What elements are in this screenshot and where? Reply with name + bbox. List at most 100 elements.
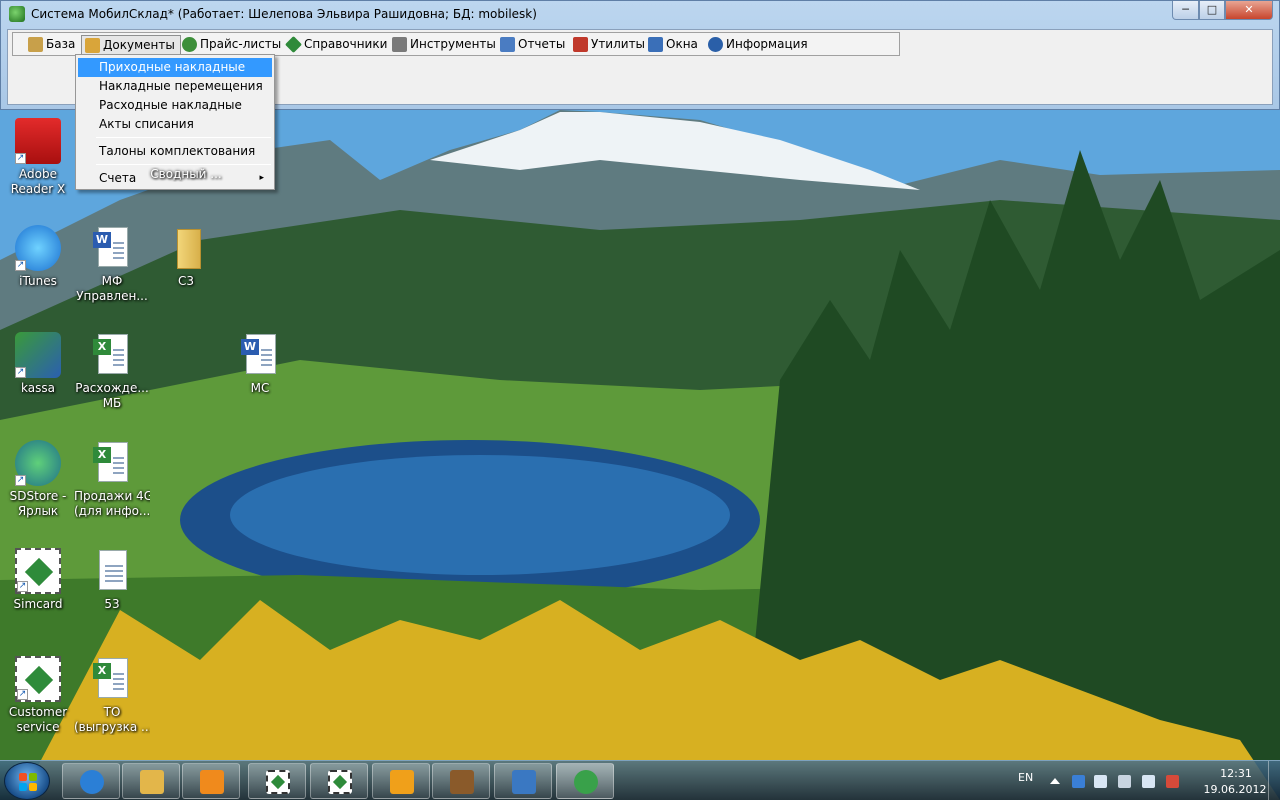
desktop-icon-ms[interactable]: W МС xyxy=(222,332,298,396)
menu-price-lists[interactable]: Прайс-листы xyxy=(179,35,286,55)
icon-label: МС xyxy=(250,381,270,395)
info-icon xyxy=(708,37,723,52)
simcard-app-icon xyxy=(266,770,290,794)
menu-label: Документы xyxy=(103,38,175,52)
menu-item-incoming-invoices[interactable]: Приходные накладные xyxy=(78,58,272,77)
taskbar-internet-explorer[interactable] xyxy=(62,763,120,799)
menu-label: Прайс-листы xyxy=(200,37,282,51)
menu-label: Отчеты xyxy=(518,37,566,51)
removable-device-icon[interactable] xyxy=(1094,775,1107,788)
desktop-icon-raskhozhdenie-mb[interactable]: X Расхожде... МБ xyxy=(74,332,150,411)
icon-label: Simcard xyxy=(13,597,63,611)
icon-label: kassa xyxy=(21,381,55,395)
shortcut-arrow-icon: ↗ xyxy=(15,153,26,164)
close-button[interactable]: ✕ xyxy=(1225,1,1273,20)
desktop-icon-sdstore[interactable]: ↗ SDStore - Ярлык xyxy=(0,440,76,519)
taskbar-mobilsklad-active[interactable] xyxy=(556,763,614,799)
menu-label: База xyxy=(46,37,76,51)
menu-baza[interactable]: База xyxy=(25,35,80,55)
mobilsklad-app-icon[interactable] xyxy=(9,6,25,22)
simcard-icon: ↗ xyxy=(15,548,61,594)
menu-label: Справочники xyxy=(304,37,388,51)
menu-information[interactable]: Информация xyxy=(705,35,813,55)
clock-date[interactable]: 19.06.2012 xyxy=(1200,783,1270,796)
documents-icon xyxy=(85,38,100,53)
desktop-icon-simcard[interactable]: ↗ Simcard xyxy=(0,548,76,612)
window-title: Система МобилСклад* (Работает: Шелепова … xyxy=(31,7,537,21)
menu-reports[interactable]: Отчеты xyxy=(497,35,570,55)
menu-item-transfer-invoices[interactable]: Накладные перемещения xyxy=(78,77,272,96)
menu-tools[interactable]: Инструменты xyxy=(389,35,501,55)
start-button[interactable] xyxy=(4,762,50,800)
menu-label: Информация xyxy=(726,37,808,51)
network-status-icon[interactable] xyxy=(1072,775,1085,788)
icon-label: Adobe Reader X xyxy=(10,167,66,196)
desktop-icon-svodny[interactable]: Сводный ... xyxy=(148,118,224,182)
taskbar-file-explorer[interactable] xyxy=(122,763,180,799)
desktop-icon-kassa[interactable]: ↗ kassa xyxy=(0,332,76,396)
taskbar-simcard-app-2[interactable] xyxy=(310,763,368,799)
icon-label: SDStore - Ярлык xyxy=(9,489,67,518)
desktop-icon-itunes[interactable]: ↗ iTunes xyxy=(0,225,76,289)
menu-item-outgoing-invoices[interactable]: Расходные накладные xyxy=(78,96,272,115)
shortcut-arrow-icon: ↗ xyxy=(17,689,28,700)
shortcut-arrow-icon: ↗ xyxy=(15,260,26,271)
tools-icon xyxy=(392,37,407,52)
internet-explorer-icon xyxy=(80,770,104,794)
desktop-icon-53[interactable]: 53 xyxy=(74,548,150,612)
taskbar-simcard-app-1[interactable] xyxy=(248,763,306,799)
taskbar-media-player[interactable] xyxy=(182,763,240,799)
title-bar[interactable]: Система МобилСклад* (Работает: Шелепова … xyxy=(1,1,1279,27)
menu-label: Окна xyxy=(666,37,698,51)
action-center-icon[interactable] xyxy=(1166,775,1179,788)
kassa-icon: ↗ xyxy=(15,332,61,378)
icon-label: Расхожде... МБ xyxy=(75,381,149,410)
shortcut-arrow-icon: ↗ xyxy=(15,475,26,486)
file-explorer-icon xyxy=(140,770,164,794)
excel-document-icon: X xyxy=(89,332,135,378)
desktop-icon-adobe-reader[interactable]: ↗ Adobe Reader X xyxy=(0,118,76,197)
menu-dokumenty[interactable]: Документы xyxy=(81,35,181,55)
minimize-button[interactable]: ─ xyxy=(1172,1,1199,20)
menu-label: Инструменты xyxy=(410,37,496,51)
word-document-icon: W xyxy=(89,225,135,271)
reference-book-icon xyxy=(285,36,302,53)
taskbar: EN 12:31 19.06.2012 xyxy=(0,760,1280,800)
reports-icon xyxy=(500,37,515,52)
cashbox-icon xyxy=(512,770,536,794)
show-desktop-button[interactable] xyxy=(1268,761,1280,800)
utilities-icon xyxy=(573,37,588,52)
icon-label: ТО (выгрузка ... xyxy=(74,705,150,734)
media-player-icon xyxy=(200,770,224,794)
desktop-icon-s3[interactable]: С3 xyxy=(148,225,224,289)
adobe-reader-icon: ↗ xyxy=(15,118,61,164)
sdstore-icon: ↗ xyxy=(15,440,61,486)
taskbar-cashbox[interactable] xyxy=(494,763,552,799)
menu-bar: База Документы Прайс-листы Справочники И… xyxy=(12,32,900,56)
desktop-icon-customer-service[interactable]: ↗ Customer service xyxy=(0,656,76,735)
display-icon[interactable] xyxy=(1142,775,1155,788)
clock-time[interactable]: 12:31 xyxy=(1206,767,1266,780)
icon-label: iTunes xyxy=(19,274,57,288)
itunes-icon: ↗ xyxy=(15,225,61,271)
database-icon xyxy=(28,37,43,52)
show-hidden-icons-icon[interactable] xyxy=(1050,778,1060,784)
maximize-button[interactable]: □ xyxy=(1199,1,1225,20)
simcard-app-icon xyxy=(328,770,352,794)
shortcut-arrow-icon: ↗ xyxy=(17,581,28,592)
menu-utilities[interactable]: Утилиты xyxy=(570,35,650,55)
desktop-icon-prodazhi-4g[interactable]: X Продажи 4G (для инфо... xyxy=(74,440,150,519)
desktop-icon-to-vygruzka[interactable]: X ТО (выгрузка ... xyxy=(74,656,150,735)
menu-reference-books[interactable]: Справочники xyxy=(283,35,392,55)
excel-document-icon: X xyxy=(89,440,135,486)
volume-icon[interactable] xyxy=(1118,775,1131,788)
text-document-icon xyxy=(89,548,135,594)
paint-icon xyxy=(450,770,474,794)
taskbar-paint[interactable] xyxy=(432,763,490,799)
taskbar-outlook[interactable] xyxy=(372,763,430,799)
windows-logo-icon xyxy=(19,773,37,791)
menu-windows[interactable]: Окна xyxy=(645,35,703,55)
icon-label: МФ Управлен... xyxy=(76,274,148,303)
desktop-icon-mf-upravlen[interactable]: W МФ Управлен... xyxy=(74,225,150,304)
language-indicator[interactable]: EN xyxy=(1018,771,1033,784)
